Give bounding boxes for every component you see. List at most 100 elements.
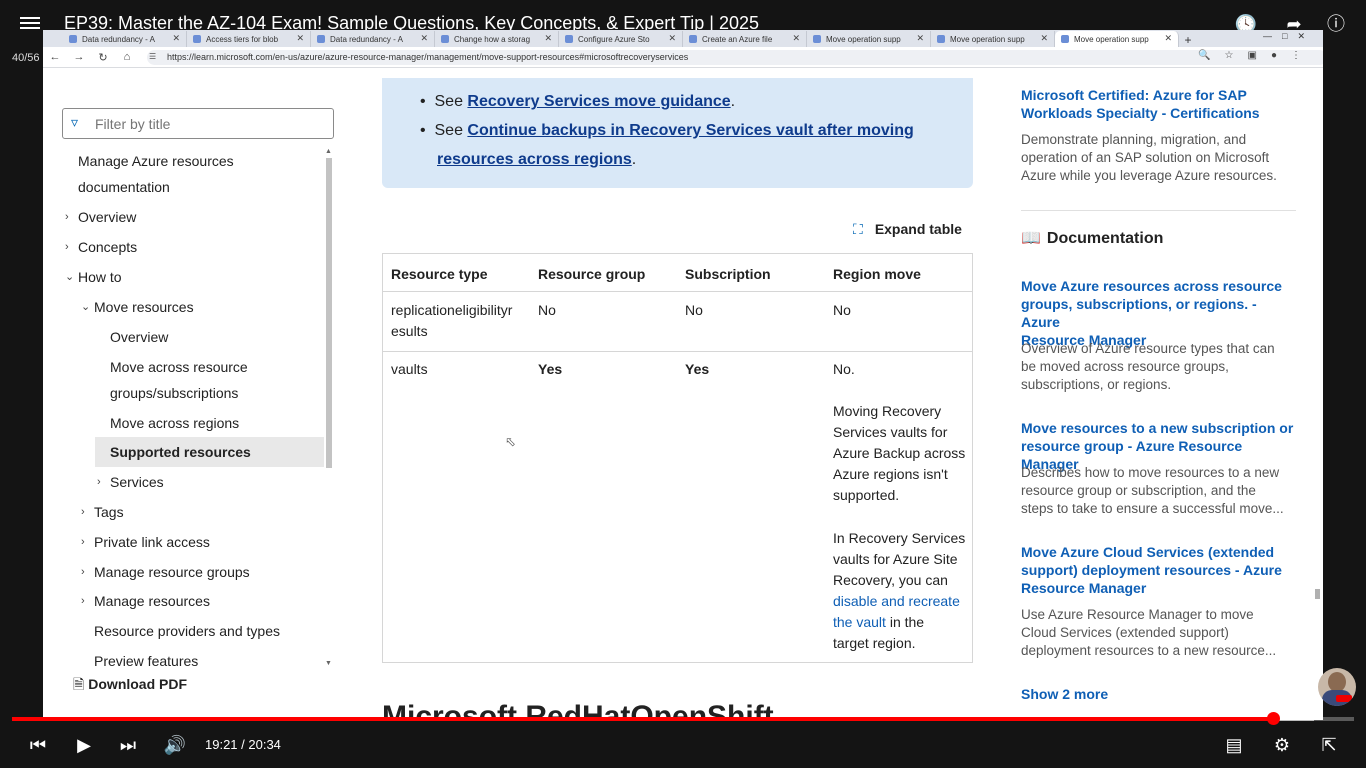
toc-item-selected[interactable]: Supported resources <box>110 439 251 465</box>
continue-backups-link[interactable]: resources across regions <box>437 151 632 168</box>
toc-item[interactable]: Manage Azure resources <box>78 150 234 174</box>
window-controls[interactable]: —□✕ <box>1263 31 1315 42</box>
close-icon[interactable]: ✕ <box>296 33 304 44</box>
browser-tab[interactable]: Data redundancy - A ✕ <box>311 31 435 47</box>
browser-tab[interactable]: Create an Azure file ✕ <box>683 31 807 47</box>
browser-tab[interactable]: Change how a storag ✕ <box>435 31 559 47</box>
disable-recreate-link[interactable]: disable and recreate <box>833 593 960 609</box>
toc-item[interactable]: › Tags <box>81 499 124 525</box>
browser-tab[interactable]: Access tiers for blob ✕ <box>187 31 311 47</box>
table-cell: No. <box>833 361 855 377</box>
note-bullet: • See Recovery Services move guidance. <box>420 93 736 110</box>
filter-box[interactable]: ▿ <box>62 108 334 139</box>
playlist-menu-icon[interactable] <box>20 14 40 32</box>
close-icon[interactable]: ✕ <box>792 33 800 44</box>
subtitles-icon[interactable]: ▤ <box>1221 732 1247 758</box>
browser-tab[interactable]: Data redundancy - A ✕ <box>63 31 187 47</box>
continue-backups-link[interactable]: Continue backups in Recovery Services va… <box>467 122 913 139</box>
download-pdf-link[interactable]: 🗎 Download PDF <box>73 674 187 698</box>
disable-recreate-link[interactable]: the vault <box>833 614 886 630</box>
scroll-down-icon[interactable]: ▼ <box>325 660 332 667</box>
toc-item[interactable]: ⌄ Move resources <box>81 294 194 320</box>
doc-description: Overview of Azure resource types that ca… <box>1021 341 1275 392</box>
show-more-link[interactable]: Show 2 more <box>1021 685 1296 703</box>
scrubber-handle[interactable] <box>1267 712 1281 725</box>
table-cell: No <box>538 302 556 318</box>
close-icon[interactable]: ✕ <box>420 33 428 44</box>
right-rail: Microsoft Certified: Azure for SAP Worklo… <box>1021 68 1301 720</box>
doc-link[interactable]: Move Azure Cloud Services (extended suppo… <box>1021 543 1296 597</box>
toc-item[interactable]: › Manage resources <box>81 588 210 614</box>
toc-item[interactable]: ⌄ How to <box>65 264 122 290</box>
previous-icon[interactable]: ⏮ <box>25 732 51 758</box>
rail-divider <box>1021 210 1296 211</box>
expand-table-button[interactable]: ⛶ Expand table <box>853 221 962 238</box>
reload-icon[interactable]: ↻ <box>91 51 115 64</box>
expand-icon: ⛶ <box>853 221 863 237</box>
close-icon[interactable]: ✕ <box>916 33 924 44</box>
browser-tab[interactable]: Move operation supp ✕ <box>931 31 1055 47</box>
exit-fullscreen-icon[interactable]: ⇱ <box>1316 732 1342 758</box>
page-scrollbar[interactable] <box>1315 123 1321 713</box>
chevron-right-icon: › <box>81 595 85 607</box>
toc-item[interactable]: › Overview <box>65 204 136 230</box>
url-field[interactable]: https://learn.microsoft.com/en-us/azure/… <box>147 50 1323 65</box>
chevron-right-icon: › <box>81 506 85 518</box>
play-icon[interactable]: ▶ <box>71 732 97 758</box>
browser-tab-active[interactable]: Move operation supp ✕ <box>1055 31 1179 47</box>
back-icon[interactable]: ← <box>43 51 67 63</box>
favicon-icon <box>69 35 77 43</box>
tab-label: Move operation supp <box>950 34 1025 44</box>
note-bullet-cont: resources across regions. <box>437 151 637 168</box>
close-icon[interactable]: ✕ <box>1164 33 1172 44</box>
favicon-icon <box>441 35 449 43</box>
video-player[interactable]: EP39: Master the AZ-104 Exam! Sample Que… <box>0 0 1366 768</box>
chevron-right-icon: › <box>65 241 69 253</box>
toc-item[interactable]: › Manage resource groups <box>81 559 250 585</box>
doc-description: Describes how to move resources to a new… <box>1021 465 1284 516</box>
browser-tab[interactable]: Configure Azure Sto ✕ <box>559 31 683 47</box>
filter-input[interactable] <box>95 116 325 132</box>
tab-label: Move operation supp <box>826 34 901 44</box>
toc-item[interactable]: documentation <box>78 174 170 200</box>
toc-scrollbar[interactable]: ▲ ▼ <box>325 148 333 670</box>
browser-toolbar-icons[interactable]: 🔍☆▣●⋮ <box>1198 50 1315 61</box>
doc-link[interactable]: Move Azure resources across resource grou… <box>1021 277 1296 349</box>
doc-description: Use Azure Resource Manager to move Cloud … <box>1021 607 1277 658</box>
toc-item[interactable]: Move across regions <box>110 410 239 436</box>
channel-avatar[interactable] <box>1318 668 1356 706</box>
forward-icon[interactable]: → <box>67 51 91 63</box>
close-icon[interactable]: ✕ <box>1040 33 1048 44</box>
table-cell: vaults <box>391 361 428 377</box>
row-divider <box>383 351 972 352</box>
favicon-icon <box>1061 35 1069 43</box>
browser-tab[interactable]: Move operation supp ✕ <box>807 31 931 47</box>
next-icon[interactable]: ⏭ <box>115 732 141 758</box>
table-cell: No <box>685 302 703 318</box>
toc-scroll-thumb[interactable] <box>326 158 332 468</box>
toc-item[interactable]: groups/subscriptions <box>110 380 238 406</box>
volume-icon[interactable]: 🔊 <box>162 732 188 758</box>
close-icon[interactable]: ✕ <box>668 33 676 44</box>
toc-item[interactable]: Preview features <box>94 648 198 670</box>
info-icon[interactable]: ⓘ <box>1324 12 1348 36</box>
settings-gear-icon[interactable]: ⚙ <box>1269 732 1295 758</box>
site-info-icon[interactable]: ☰ <box>149 52 156 61</box>
toc-item[interactable]: › Private link access <box>81 529 210 555</box>
toc-item[interactable]: Overview <box>110 324 168 350</box>
home-icon[interactable]: ⌂ <box>115 51 139 63</box>
new-tab-icon[interactable]: + <box>1179 33 1197 47</box>
close-icon[interactable]: ✕ <box>544 33 552 44</box>
page-scroll-thumb[interactable] <box>1315 589 1320 599</box>
subscribe-badge[interactable] <box>1336 695 1352 702</box>
recovery-services-link[interactable]: Recovery Services move guidance <box>467 93 730 110</box>
progress-bar[interactable] <box>12 712 1354 725</box>
close-icon[interactable]: ✕ <box>172 33 180 44</box>
cert-link[interactable]: Microsoft Certified: Azure for SAP Worklo… <box>1021 86 1296 122</box>
toc-item[interactable]: › Services <box>97 469 164 495</box>
scroll-up-icon[interactable]: ▲ <box>325 148 332 155</box>
toc-item[interactable]: Resource providers and types <box>94 618 280 644</box>
toc-item[interactable]: › Concepts <box>65 234 137 260</box>
toc-item[interactable]: Move across resource <box>110 354 248 380</box>
chevron-right-icon: › <box>81 536 85 548</box>
